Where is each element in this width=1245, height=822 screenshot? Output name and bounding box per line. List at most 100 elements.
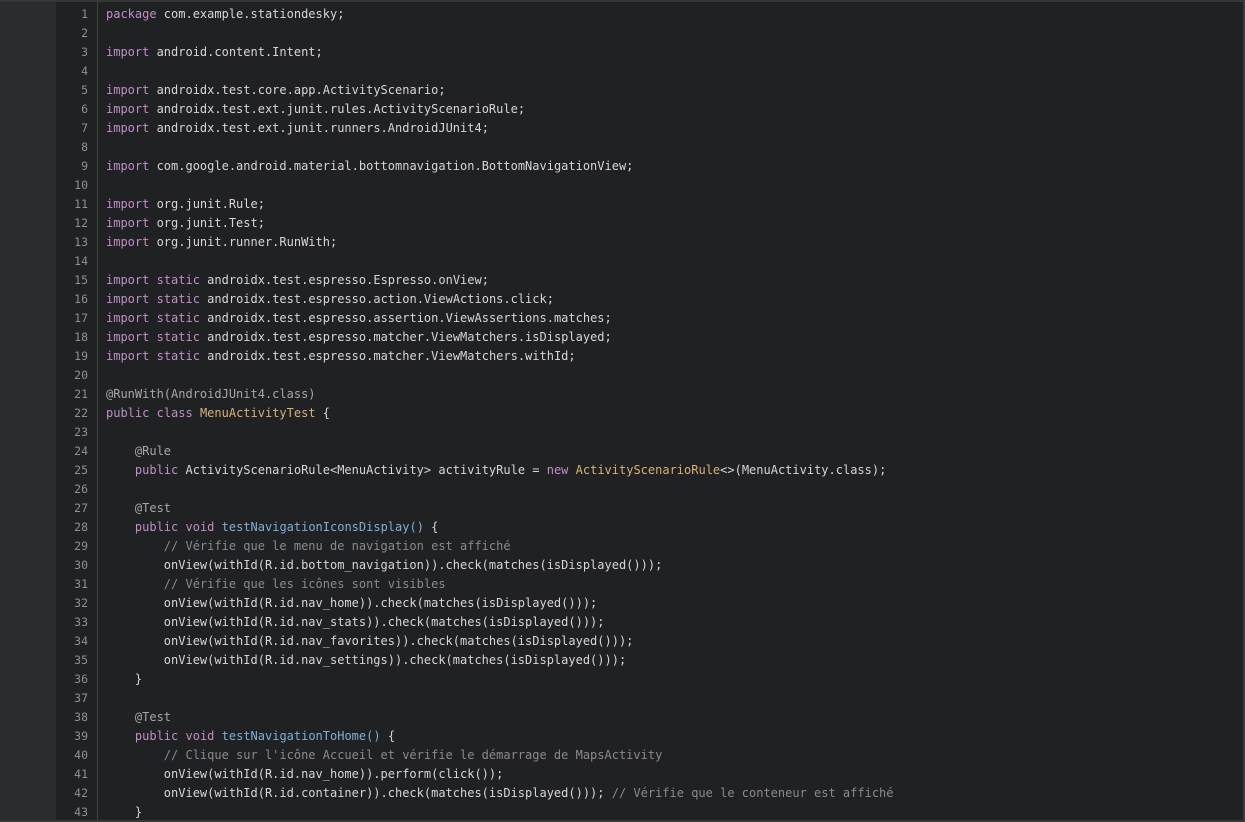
line-number: 34 (0, 632, 88, 651)
code-text: import static androidx.test.espresso.mat… (106, 328, 1243, 347)
code-text: } (106, 803, 1243, 820)
code-line[interactable]: 25 public ActivityScenarioRule<MenuActiv… (0, 461, 1243, 480)
line-number: 16 (0, 290, 88, 309)
code-line[interactable]: 17import static androidx.test.espresso.a… (0, 309, 1243, 328)
code-line[interactable]: 34 onView(withId(R.id.nav_favorites)).ch… (0, 632, 1243, 651)
code-line[interactable]: 30 onView(withId(R.id.bottom_navigation)… (0, 556, 1243, 575)
code-line[interactable]: 16 import static androidx.test.espresso.a… (0, 290, 1243, 309)
code-line[interactable]: 32 onView(withId(R.id.nav_home)).check(m… (0, 594, 1243, 613)
code-line[interactable]: 43 } (0, 803, 1243, 820)
line-number: 37 (0, 689, 88, 708)
code-line[interactable]: 12 import org.junit.Test; (0, 214, 1243, 233)
code-line[interactable]: 10 (0, 176, 1243, 195)
code-line[interactable]: 23 (0, 423, 1243, 442)
code-line[interactable]: 20 (0, 366, 1243, 385)
code-line[interactable]: 40 // Clique sur l'icône Accueil et véri… (0, 746, 1243, 765)
code-line[interactable]: 35 onView(withId(R.id.nav_settings)).che… (0, 651, 1243, 670)
line-number: 11 (0, 195, 88, 214)
code-line[interactable]: 14 (0, 252, 1243, 271)
line-number: 17 (0, 309, 88, 328)
code-line[interactable]: 41 onView(withId(R.id.nav_home)).perform… (0, 765, 1243, 784)
code-line[interactable]: 13import org.junit.runner.RunWith; (0, 233, 1243, 252)
code-editor[interactable]: 1package com.example.stationdesky;23impo… (0, 2, 1243, 820)
code-text: @RunWith(AndroidJUnit4.class) (106, 385, 1243, 404)
code-line[interactable]: 37 (0, 689, 1243, 708)
line-number: 33 (0, 613, 88, 632)
code-line[interactable]: 19 import static androidx.test.espresso.m… (0, 347, 1243, 366)
code-line[interactable]: 9import com.google.android.material.bott… (0, 157, 1243, 176)
code-text: public void testNavigationToHome() { (106, 727, 1243, 746)
code-text (106, 24, 1243, 43)
line-number: 18 (0, 328, 88, 347)
code-text: import static androidx.test.espresso.mat… (106, 347, 1243, 366)
code-line[interactable]: 39 public void testNavigationToHome() { (0, 727, 1243, 746)
code-line[interactable]: 31 // Vérifie que les icônes sont visibl… (0, 575, 1243, 594)
code-text (106, 138, 1243, 157)
code-text: public ActivityScenarioRule<MenuActivity… (106, 461, 1243, 480)
line-number: 39 (0, 727, 88, 746)
code-text: @Test (106, 499, 1243, 518)
code-text: import org.junit.runner.RunWith; (106, 233, 1243, 252)
code-text: onView(withId(R.id.nav_stats)).check(mat… (106, 613, 1243, 632)
code-text: package com.example.stationdesky; (106, 5, 1243, 24)
code-line[interactable]: 15import static androidx.test.espresso.E… (0, 271, 1243, 290)
line-number: 29 (0, 537, 88, 556)
code-line[interactable]: 1 package com.example.stationdesky; (0, 5, 1243, 24)
code-text (106, 176, 1243, 195)
code-line[interactable]: 29 // Vérifie que le menu de navigation … (0, 537, 1243, 556)
line-number: 1 (0, 5, 88, 24)
code-line[interactable]: 5 import androidx.test.core.app.ActivityS… (0, 81, 1243, 100)
line-number: 23 (0, 423, 88, 442)
line-number: 21 (0, 385, 88, 404)
code-text: onView(withId(R.id.nav_home)).check(matc… (106, 594, 1243, 613)
code-line[interactable]: 24 @Rule (0, 442, 1243, 461)
code-lines: 1package com.example.stationdesky;23impo… (0, 5, 1243, 820)
code-text: onView(withId(R.id.nav_favorites)).check… (106, 632, 1243, 651)
code-line[interactable]: 3import android.content.Intent; (0, 43, 1243, 62)
code-line[interactable]: 11import org.junit.Rule; (0, 195, 1243, 214)
code-text: @Test (106, 708, 1243, 727)
code-line[interactable]: 7import androidx.test.ext.junit.runners.… (0, 119, 1243, 138)
code-line[interactable]: 38 @Test (0, 708, 1243, 727)
code-text: // Vérifie que le menu de navigation est… (106, 537, 1243, 556)
line-number: 12 (0, 214, 88, 233)
line-number: 25 (0, 461, 88, 480)
line-number: 20 (0, 366, 88, 385)
code-text: onView(withId(R.id.nav_settings)).check(… (106, 651, 1243, 670)
code-line[interactable]: 2 (0, 24, 1243, 43)
code-line[interactable]: 33 onView(withId(R.id.nav_stats)).check(… (0, 613, 1243, 632)
code-text: onView(withId(R.id.bottom_navigation)).c… (106, 556, 1243, 575)
code-text: onView(withId(R.id.nav_home)).perform(cl… (106, 765, 1243, 784)
code-line[interactable]: 4 (0, 62, 1243, 81)
code-text: public void testNavigationIconsDisplay()… (106, 518, 1243, 537)
code-line[interactable]: 27 @Test (0, 499, 1243, 518)
code-line[interactable]: 26 (0, 480, 1243, 499)
code-text (106, 423, 1243, 442)
line-number: 19 (0, 347, 88, 366)
code-text: } (106, 670, 1243, 689)
code-line[interactable]: 6import androidx.test.ext.junit.rules.Ac… (0, 100, 1243, 119)
line-number: 35 (0, 651, 88, 670)
code-text: import static androidx.test.espresso.Esp… (106, 271, 1243, 290)
line-number: 31 (0, 575, 88, 594)
code-text: import androidx.test.core.app.ActivitySc… (106, 81, 1243, 100)
line-number: 28 (0, 518, 88, 537)
code-line[interactable]: 8 (0, 138, 1243, 157)
code-line[interactable]: 28 public void testNavigationIconsDispla… (0, 518, 1243, 537)
line-number: 5 (0, 81, 88, 100)
code-text (106, 480, 1243, 499)
line-number: 27 (0, 499, 88, 518)
code-text: import org.junit.Test; (106, 214, 1243, 233)
code-line[interactable]: 36 } (0, 670, 1243, 689)
code-text: // Clique sur l'icône Accueil et vérifie… (106, 746, 1243, 765)
code-line[interactable]: 42 onView(withId(R.id.container)).check(… (0, 784, 1243, 803)
code-text: import android.content.Intent; (106, 43, 1243, 62)
code-text: import static androidx.test.espresso.act… (106, 290, 1243, 309)
line-number: 41 (0, 765, 88, 784)
code-line[interactable]: 18 import static androidx.test.espresso.m… (0, 328, 1243, 347)
code-text: onView(withId(R.id.container)).check(mat… (106, 784, 1243, 803)
code-line[interactable]: 21 @RunWith(AndroidJUnit4.class) (0, 385, 1243, 404)
line-number: 2 (0, 24, 88, 43)
code-line[interactable]: 22public class MenuActivityTest { (0, 404, 1243, 423)
code-text: // Vérifie que les icônes sont visibles (106, 575, 1243, 594)
